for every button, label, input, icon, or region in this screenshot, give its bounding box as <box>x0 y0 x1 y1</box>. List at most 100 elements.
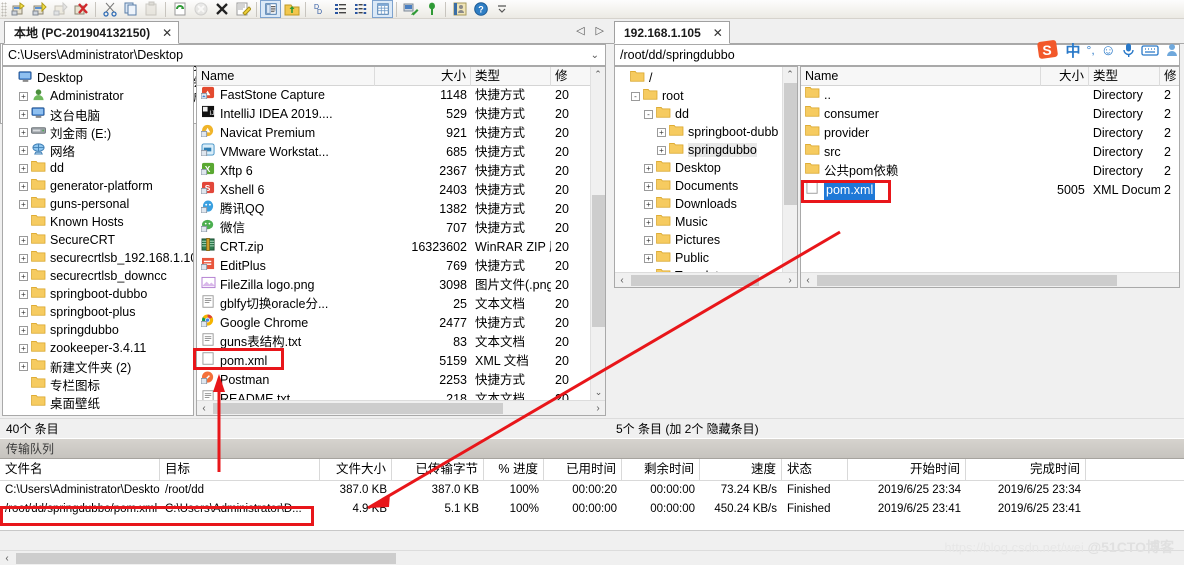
tree-item-[interactable]: 专栏图标 <box>6 375 193 393</box>
column-header-type[interactable]: 类型 <box>1089 67 1161 86</box>
expand-icon[interactable]: + <box>19 343 28 353</box>
tq-column-header[interactable]: 开始时间 <box>848 458 966 481</box>
file-name-cell[interactable]: VMware Workstat... <box>197 143 375 162</box>
new-folder-session-icon[interactable] <box>29 0 50 18</box>
scroll-right-icon[interactable]: › <box>783 275 797 286</box>
expand-icon[interactable]: + <box>19 163 28 173</box>
expand-icon[interactable]: + <box>19 145 28 155</box>
file-name-cell[interactable]: FileZilla logo.png <box>197 276 375 295</box>
ime-mode-label[interactable]: 中 <box>1066 40 1081 61</box>
hscroll-track[interactable] <box>815 273 1179 287</box>
tree-item-desktop[interactable]: Desktop <box>6 69 193 87</box>
tree-item-root[interactable]: - root <box>618 87 797 105</box>
transfer-folder-icon[interactable] <box>281 0 302 18</box>
chevron-down-icon[interactable]: ⌄ <box>587 50 603 61</box>
local-tab[interactable]: 本地 (PC-201904132150) ✕ <box>4 21 180 44</box>
remote-list-hscrollbar[interactable]: ‹ <box>801 272 1179 287</box>
cancel-icon[interactable] <box>190 0 211 18</box>
local-list-vscrollbar[interactable]: ⌃ ⌄ <box>590 67 605 400</box>
refresh-icon[interactable] <box>169 0 190 18</box>
close-icon[interactable]: ✕ <box>162 26 172 40</box>
local-path-bar[interactable]: C:\Users\Administrator\Desktop ⌄ <box>2 44 606 66</box>
tree-item-dd[interactable]: + dd <box>6 159 193 177</box>
table-view-icon[interactable] <box>372 0 393 18</box>
remote-tab[interactable]: 192.168.1.105 ✕ <box>614 21 730 44</box>
tree-item-documents[interactable]: + Documents <box>618 177 797 195</box>
file-row[interactable]: FastStone Capture 1148 快捷方式 20 <box>197 86 605 105</box>
expand-icon[interactable]: + <box>19 235 28 245</box>
collapse-icon[interactable]: - <box>631 91 640 101</box>
expand-icon[interactable]: + <box>19 253 28 263</box>
file-name-cell[interactable]: src <box>801 143 1041 162</box>
ime-toolbar[interactable]: S 中 °, ☺ <box>1036 40 1180 60</box>
file-row[interactable]: EditPlus 769 快捷方式 20 <box>197 257 605 276</box>
tree-item-pictures[interactable]: + Pictures <box>618 231 797 249</box>
file-name-cell[interactable]: Google Chrome <box>197 314 375 333</box>
file-row[interactable]: Google Chrome 2477 快捷方式 20 <box>197 314 605 333</box>
column-header-name[interactable]: Name <box>197 67 375 86</box>
tree-item-administrator[interactable]: + Administrator <box>6 87 193 105</box>
file-row[interactable]: CRT.zip 16323602 WinRAR ZIP 压缩文件 20 <box>197 238 605 257</box>
file-row[interactable]: VMware Workstat... 685 快捷方式 20 <box>197 143 605 162</box>
tq-column-header[interactable]: 已传输字节 <box>392 458 484 481</box>
tree-item-[interactable]: / <box>618 69 797 87</box>
tree-item-[interactable]: + 这台电脑 <box>6 105 193 123</box>
detail-view-icon[interactable] <box>330 0 351 18</box>
expand-icon[interactable]: + <box>19 361 28 371</box>
file-name-cell[interactable]: 公共pom依赖 <box>801 162 1041 181</box>
column-header-size[interactable]: 大小 <box>1041 67 1089 86</box>
file-name-cell[interactable]: guns表结构.txt <box>197 333 375 352</box>
file-row[interactable]: consumer Directory 2 <box>801 105 1179 124</box>
keyboard-icon[interactable] <box>1141 43 1159 57</box>
tree-item-public[interactable]: + Public <box>618 249 797 267</box>
grid-view-icon[interactable] <box>351 0 372 18</box>
tree-item-dd[interactable]: - dd <box>618 105 797 123</box>
expand-icon[interactable]: + <box>19 91 28 101</box>
scroll-left-icon[interactable]: ‹ <box>197 403 211 414</box>
expand-icon[interactable]: + <box>19 181 28 191</box>
expand-icon[interactable]: + <box>19 271 28 281</box>
copy-icon[interactable] <box>120 0 141 18</box>
tq-column-header[interactable]: 速度 <box>700 458 782 481</box>
disconnect-icon[interactable] <box>211 0 232 18</box>
tree-item-e[interactable]: + 刘金雨 (E:) <box>6 123 193 141</box>
tree-item-springdubbo[interactable]: + springdubbo <box>6 321 193 339</box>
file-name-cell[interactable]: Postman <box>197 371 375 390</box>
expand-icon[interactable]: + <box>644 253 653 263</box>
scroll-left-icon[interactable]: ‹ <box>0 553 14 564</box>
file-name-cell[interactable]: S Xshell 6 <box>197 181 375 200</box>
tree-item-springboot-dubbo[interactable]: + springboot-dubbo <box>6 285 193 303</box>
cut-icon[interactable] <box>99 0 120 18</box>
file-row[interactable]: Postman 2253 快捷方式 20 <box>197 371 605 390</box>
user-icon[interactable] <box>1165 42 1180 58</box>
expand-icon[interactable]: + <box>19 325 28 335</box>
file-row[interactable]: gblfy切换oracle分... 25 文本文档 20 <box>197 295 605 314</box>
copy-session-icon[interactable] <box>50 0 71 18</box>
local-list-hscrollbar[interactable]: ‹ › <box>197 400 605 415</box>
hscroll-thumb[interactable] <box>817 274 1117 286</box>
expand-icon[interactable]: + <box>644 199 653 209</box>
scroll-up-icon[interactable]: ⌃ <box>783 67 797 82</box>
help-icon[interactable]: ? <box>470 0 491 18</box>
expand-icon[interactable]: + <box>644 217 653 227</box>
mic-icon[interactable] <box>1122 42 1135 58</box>
address-book-icon[interactable] <box>449 0 470 18</box>
expand-icon[interactable]: + <box>657 127 666 137</box>
expand-icon[interactable]: + <box>644 235 653 245</box>
scroll-down-icon[interactable]: ⌄ <box>591 385 605 400</box>
expand-icon[interactable]: + <box>644 163 653 173</box>
toolbar-grip[interactable] <box>1 1 7 17</box>
file-name-cell[interactable]: pom.xml <box>801 181 1041 200</box>
hscroll-track[interactable] <box>629 273 783 287</box>
tree-item-music[interactable]: + Music <box>618 213 797 231</box>
scroll-left-icon[interactable]: ‹ <box>801 275 815 286</box>
tree-item-securecrtlsb-downcc[interactable]: + securecrtlsb_downcc <box>6 267 193 285</box>
tq-column-header[interactable]: 剩余时间 <box>622 458 700 481</box>
tree-item-springboot-dubb[interactable]: + springboot-dubb <box>618 123 797 141</box>
expand-icon[interactable]: + <box>19 307 28 317</box>
hscroll-thumb[interactable] <box>631 274 759 286</box>
file-name-cell[interactable]: .. <box>801 86 1041 105</box>
file-name-cell[interactable]: 微信 <box>197 219 375 238</box>
file-row[interactable]: FileZilla logo.png 3098 图片文件(.png) 20 <box>197 276 605 295</box>
file-name-cell[interactable]: EditPlus <box>197 257 375 276</box>
